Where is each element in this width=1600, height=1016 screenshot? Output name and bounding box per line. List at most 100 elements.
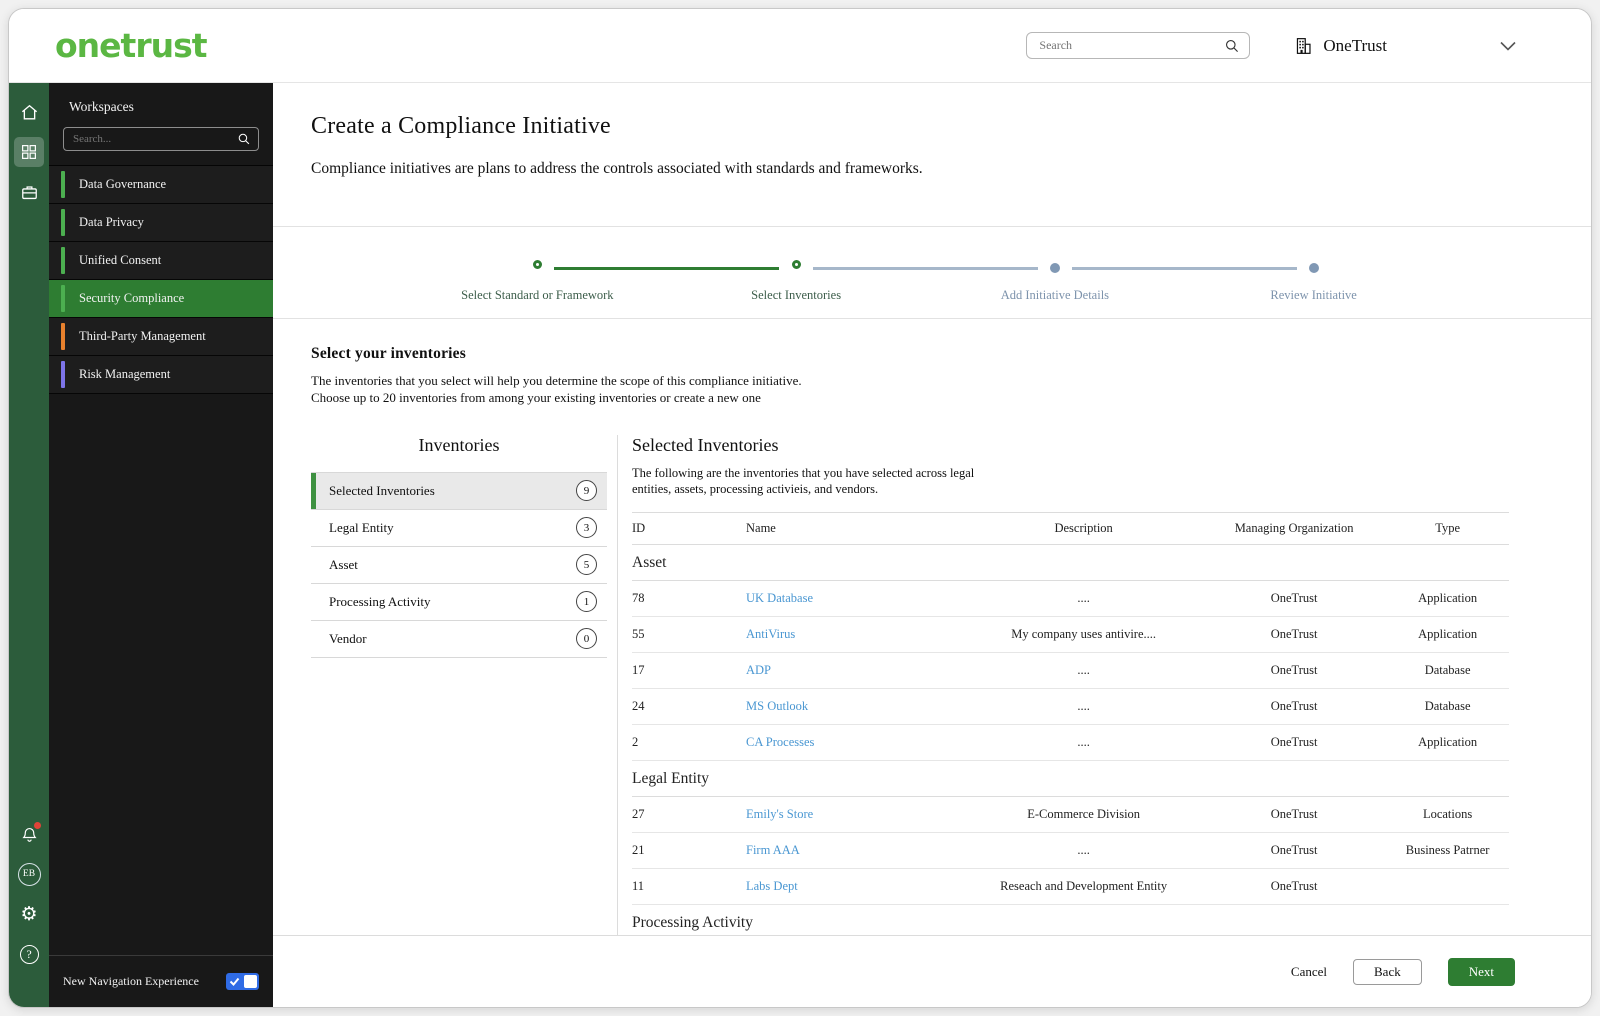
- sidebar-item-label: Data Privacy: [79, 215, 144, 229]
- cell-name: Firm AAA: [746, 832, 966, 870]
- workspace-color-bar: [61, 247, 65, 274]
- gear-icon[interactable]: ⚙: [14, 899, 44, 929]
- count-badge: 9: [576, 480, 597, 502]
- chevron-down-icon[interactable]: [1499, 40, 1517, 52]
- onetrust-logo: onetrust: [55, 26, 208, 65]
- sidebar-item-data-governance[interactable]: Data Governance: [49, 166, 273, 204]
- workspaces-search-input[interactable]: [73, 133, 237, 145]
- inventory-filter-legal-entity[interactable]: Legal Entity 3: [311, 509, 607, 547]
- cell-id: 27: [632, 796, 746, 834]
- app-body: EB ⚙ ? Workspaces Data Governance Data Pr…: [9, 83, 1591, 1007]
- new-nav-label: New Navigation Experience: [63, 974, 199, 988]
- section-intro: Select your inventories The inventories …: [311, 345, 1509, 407]
- cancel-button[interactable]: Cancel: [1291, 964, 1327, 980]
- help-icon[interactable]: ?: [14, 939, 44, 969]
- cell-id: 11: [632, 868, 746, 906]
- group-row-processing-activity: Processing Activity: [632, 904, 1509, 935]
- back-button[interactable]: Back: [1353, 958, 1422, 985]
- step-label: Select Inventories: [751, 288, 842, 302]
- sidebar-item-security-compliance[interactable]: Security Compliance: [49, 280, 273, 318]
- step-label: Select Standard or Framework: [461, 288, 614, 302]
- selected-inventories-description: The following are the inventories that y…: [632, 465, 975, 497]
- next-button[interactable]: Next: [1447, 957, 1515, 986]
- inventories-filter-list: Selected Inventories 9 Legal Entity 3 Asset 5…: [311, 471, 607, 658]
- col-id: ID: [632, 512, 746, 546]
- briefcase-icon[interactable]: [14, 177, 44, 207]
- cell-id: 78: [632, 580, 746, 618]
- step-node: [791, 260, 801, 269]
- top-bar: onetrust OneTrust: [9, 9, 1591, 83]
- workspace-color-bar: [61, 209, 65, 236]
- step-label: Review Initiative: [1270, 288, 1357, 302]
- new-nav-toggle[interactable]: [226, 973, 259, 990]
- table-row: 11 Labs Dept Reseach and Development Entit…: [632, 868, 1509, 906]
- global-search[interactable]: [1026, 32, 1251, 59]
- col-type: Type: [1386, 512, 1509, 546]
- cell-description: ....: [965, 688, 1203, 726]
- cell-type: Database: [1386, 688, 1509, 726]
- cell-managing-organization: OneTrust: [1202, 616, 1387, 654]
- sidebar-item-label: Unified Consent: [79, 253, 162, 267]
- cell-type: Business Patrner: [1386, 832, 1509, 870]
- sidebar-item-data-privacy[interactable]: Data Privacy: [49, 204, 273, 242]
- workspace-color-bar: [61, 323, 65, 350]
- inventory-filter-vendor[interactable]: Vendor 0: [311, 620, 607, 658]
- section-title: Select your inventories: [311, 345, 466, 362]
- avatar[interactable]: EB: [14, 859, 44, 889]
- count-badge: 1: [576, 591, 597, 613]
- inventory-link[interactable]: Firm AAA: [746, 843, 800, 857]
- workspace-color-bar: [61, 361, 65, 388]
- org-name: OneTrust: [1323, 35, 1387, 55]
- inventory-link[interactable]: ADP: [746, 663, 771, 677]
- wizard-stepper: Select Standard or Framework Select Inven…: [273, 227, 1591, 319]
- cell-managing-organization: OneTrust: [1202, 580, 1387, 618]
- cell-description: My company uses antivire....: [965, 616, 1203, 654]
- cell-name: UK Database: [746, 580, 966, 618]
- org-selector[interactable]: OneTrust: [1294, 36, 1387, 56]
- sidebar-item-risk-management[interactable]: Risk Management: [49, 356, 273, 394]
- inventory-link[interactable]: MS Outlook: [746, 699, 808, 713]
- workspaces-grid-icon[interactable]: [14, 137, 44, 167]
- workspaces-sidebar: Workspaces Data Governance Data Privacy Un…: [49, 83, 273, 1007]
- work-area: Select your inventories The inventories …: [273, 319, 1591, 935]
- inventories-panel: Inventories Selected Inventories 9 Legal E…: [311, 435, 607, 935]
- cell-description: E-Commerce Division: [965, 796, 1203, 834]
- sidebar-item-third-party-management[interactable]: Third-Party Management: [49, 318, 273, 356]
- table-row: 24 MS Outlook.... OneTrust Database: [632, 688, 1509, 726]
- cell-description: ....: [965, 832, 1203, 870]
- inventory-filter-processing-activity[interactable]: Processing Activity 1: [311, 583, 607, 621]
- step-review-initiative[interactable]: Review Initiative: [1071, 260, 1443, 318]
- inventory-filter-label: Asset: [329, 556, 358, 572]
- count-badge: 3: [576, 517, 597, 539]
- selected-inventories-panel: Selected Inventories The following are t…: [618, 435, 1509, 935]
- sidebar-item-label: Data Governance: [79, 177, 167, 191]
- cell-name: Emily's Store: [746, 796, 966, 834]
- cell-name: CA Processes: [746, 724, 966, 762]
- inventory-link[interactable]: UK Database: [746, 591, 813, 605]
- inventory-filter-asset[interactable]: Asset 5: [311, 546, 607, 584]
- step-node: [1049, 263, 1060, 273]
- main-content: Create a Compliance Initiative Complianc…: [273, 83, 1591, 1007]
- bell-icon[interactable]: [14, 819, 44, 849]
- workspaces-title: Workspaces: [69, 99, 134, 114]
- table-row: 78 UK Database.... OneTrust Application: [632, 580, 1509, 618]
- workspaces-search[interactable]: [63, 127, 259, 151]
- sidebar-item-unified-consent[interactable]: Unified Consent: [49, 242, 273, 280]
- inventory-link[interactable]: AntiVirus: [746, 627, 795, 641]
- inventory-filter-selected-inventories[interactable]: Selected Inventories 9: [311, 472, 607, 510]
- step-node: [1308, 263, 1319, 273]
- selected-inventories-table: ID Name Description Managing Organizatio…: [632, 512, 1509, 935]
- inventory-link[interactable]: CA Processes: [746, 735, 814, 749]
- cell-id: 2: [632, 724, 746, 762]
- page-subtitle: Compliance initiatives are plans to addr…: [311, 160, 923, 177]
- count-badge: 5: [576, 554, 597, 576]
- inventory-link[interactable]: Labs Dept: [746, 879, 798, 893]
- inventory-link[interactable]: Emily's Store: [746, 807, 813, 821]
- icon-rail: EB ⚙ ?: [9, 83, 49, 1007]
- global-search-input[interactable]: [1039, 38, 1225, 53]
- notification-dot: [34, 822, 41, 829]
- home-icon[interactable]: [14, 97, 44, 127]
- search-icon: [237, 132, 251, 146]
- table-row: 55 AntiVirus My company uses antivire.... O…: [632, 616, 1509, 654]
- cell-type: Application: [1386, 724, 1509, 762]
